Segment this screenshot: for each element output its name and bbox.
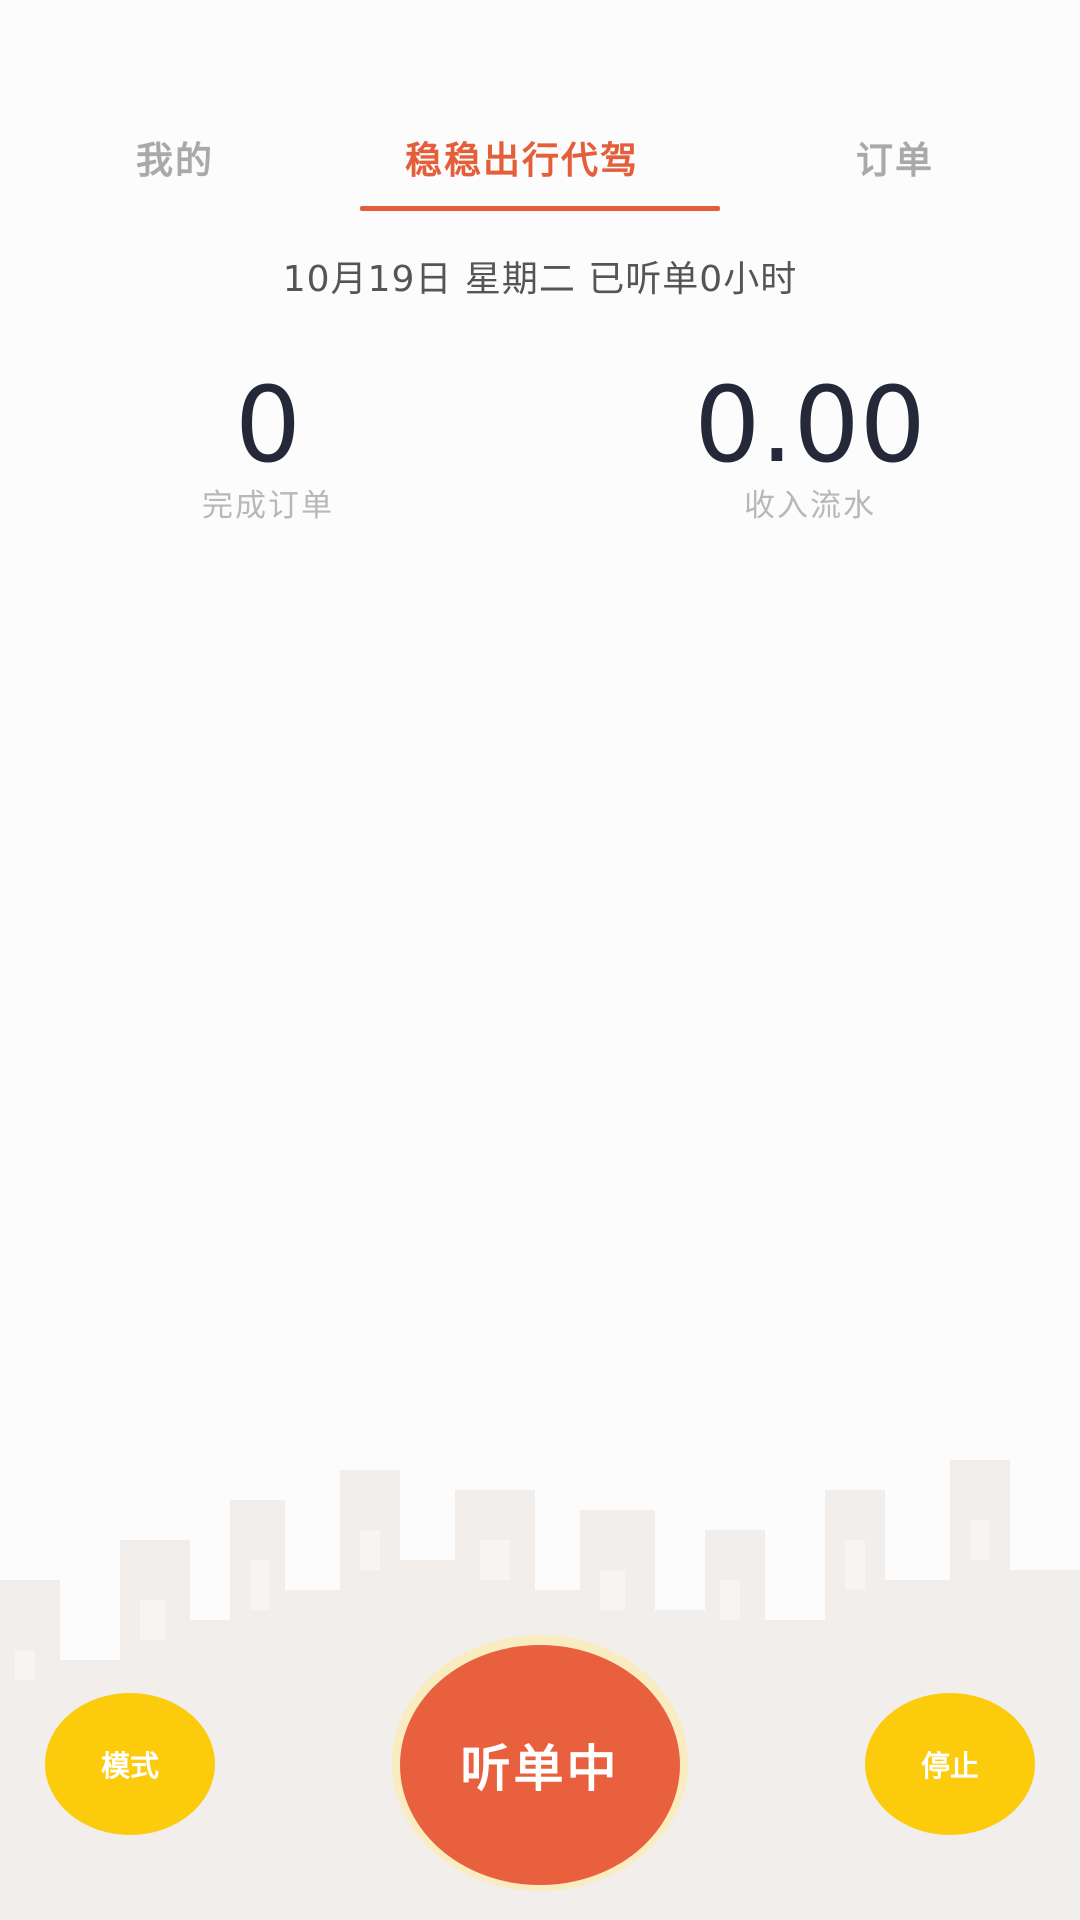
income-stat: 0.00 收入流水	[610, 370, 1010, 525]
completed-orders-value: 0	[234, 364, 302, 486]
tab-mine[interactable]: 我的	[136, 130, 214, 184]
tab-home[interactable]: 稳稳出行代驾	[405, 130, 639, 184]
completed-orders-label: 完成订单	[202, 488, 334, 524]
stop-button[interactable]: 停止	[865, 1693, 1035, 1835]
completed-orders-stat: 0 完成订单	[118, 370, 418, 525]
date-status-line: 10月19日 星期二 已听单0小时	[282, 259, 798, 300]
mode-button[interactable]: 模式	[45, 1693, 215, 1835]
top-tab-bar: 我的 稳稳出行代驾 订单	[0, 110, 1080, 220]
tab-orders[interactable]: 订单	[856, 130, 934, 184]
active-tab-indicator	[360, 206, 720, 211]
listening-button[interactable]: 听单中	[400, 1645, 680, 1885]
income-value: 0.00	[694, 364, 926, 486]
driver-home-screen: 我的 稳稳出行代驾 订单 10月19日 星期二 已听单0小时 0 完成订单 0.…	[0, 0, 1080, 1920]
income-label: 收入流水	[744, 488, 876, 524]
